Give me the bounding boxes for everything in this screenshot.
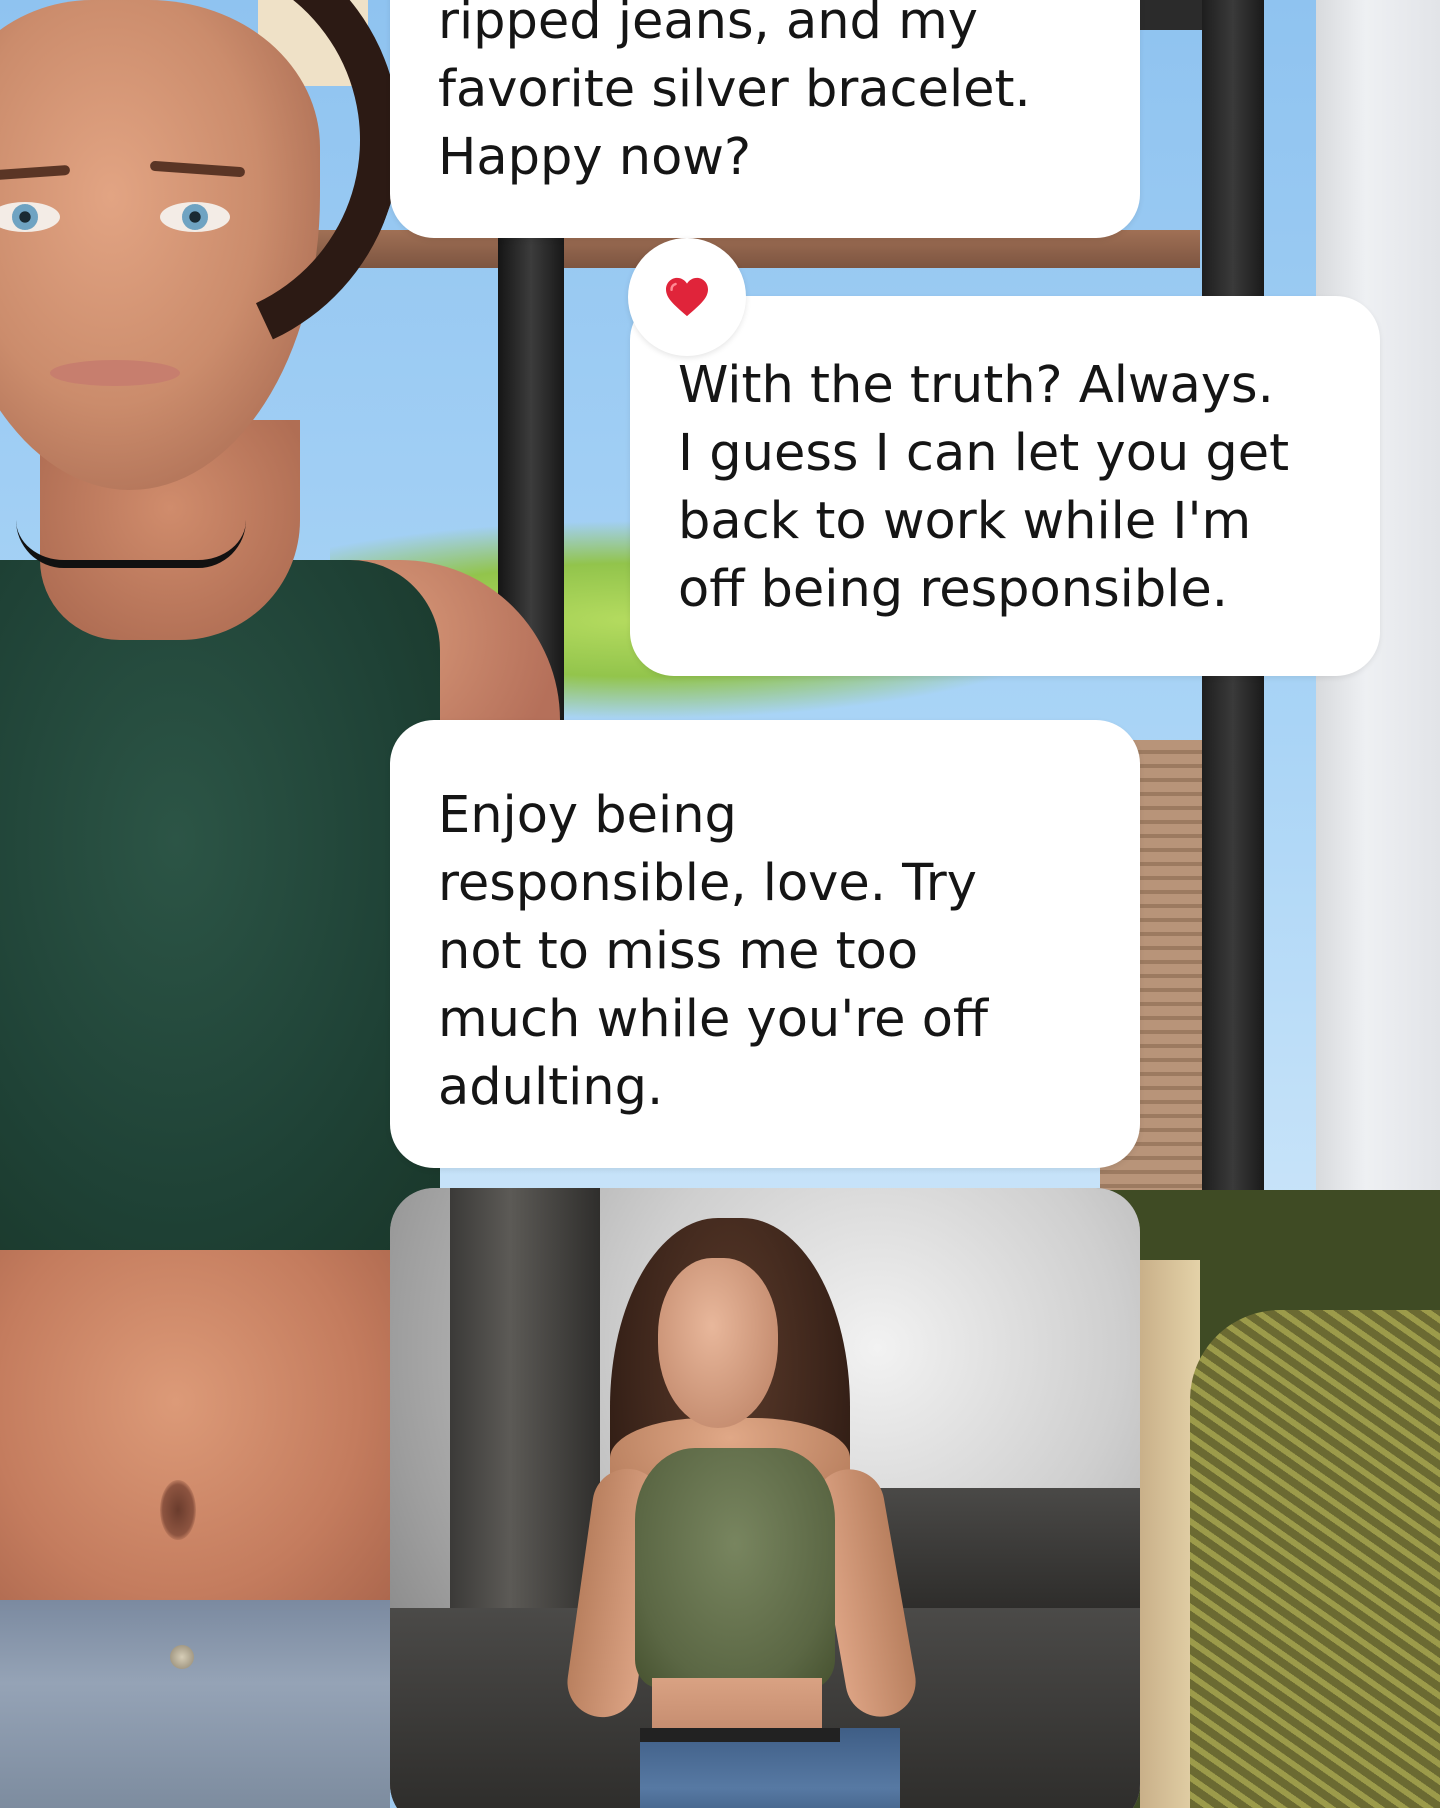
photo-person-face <box>658 1258 778 1428</box>
photo-person-top <box>635 1448 835 1688</box>
character-choker <box>16 520 246 568</box>
character-eye <box>160 202 230 232</box>
message-bubble-character[interactable]: ripped jeans, and my favorite silver bra… <box>390 0 1140 238</box>
photo-person-belt <box>640 1728 840 1742</box>
pillow <box>1190 1310 1440 1808</box>
character-shirt <box>0 560 440 1260</box>
message-reaction[interactable] <box>628 238 746 356</box>
character-lips <box>50 360 180 386</box>
photo-message[interactable] <box>390 1188 1140 1808</box>
message-bubble-character[interactable]: Enjoy being responsible, love. Try not t… <box>390 720 1140 1168</box>
character-jeans-button <box>170 1645 194 1669</box>
character-belly <box>0 1250 390 1630</box>
chat-screen: ripped jeans, and my favorite silver bra… <box>0 0 1440 1808</box>
message-bubble-user[interactable]: With the truth? Always. I guess I can le… <box>630 296 1380 676</box>
character-navel <box>160 1480 196 1540</box>
heart-icon <box>666 277 708 317</box>
character-jeans <box>0 1600 390 1808</box>
